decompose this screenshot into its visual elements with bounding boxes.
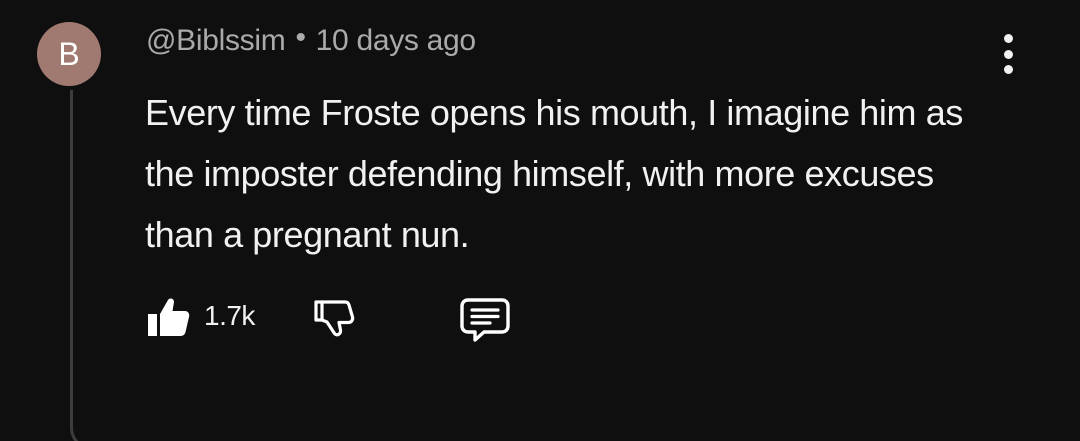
avatar[interactable]: B bbox=[37, 22, 101, 86]
like-button[interactable]: 1.7k bbox=[144, 292, 255, 340]
timestamp: 10 days ago bbox=[315, 24, 476, 57]
avatar-letter: B bbox=[58, 35, 80, 72]
thumbs-up-icon bbox=[148, 298, 190, 336]
thumbs-down-icon bbox=[314, 300, 355, 337]
comment-meta: @Biblssim • 10 days ago bbox=[146, 21, 476, 58]
dislike-button[interactable] bbox=[312, 296, 358, 342]
reply-button[interactable] bbox=[458, 296, 512, 344]
comment-actions: 1.7k bbox=[144, 292, 544, 348]
thread-line bbox=[70, 90, 92, 441]
meta-separator: • bbox=[295, 21, 306, 54]
kebab-menu-icon[interactable] bbox=[992, 34, 1024, 74]
comment-icon bbox=[460, 298, 510, 342]
like-count: 1.7k bbox=[204, 300, 255, 331]
author-handle[interactable]: @Biblssim bbox=[146, 24, 286, 57]
comment-text: Every time Froste opens his mouth, I ima… bbox=[145, 92, 963, 255]
